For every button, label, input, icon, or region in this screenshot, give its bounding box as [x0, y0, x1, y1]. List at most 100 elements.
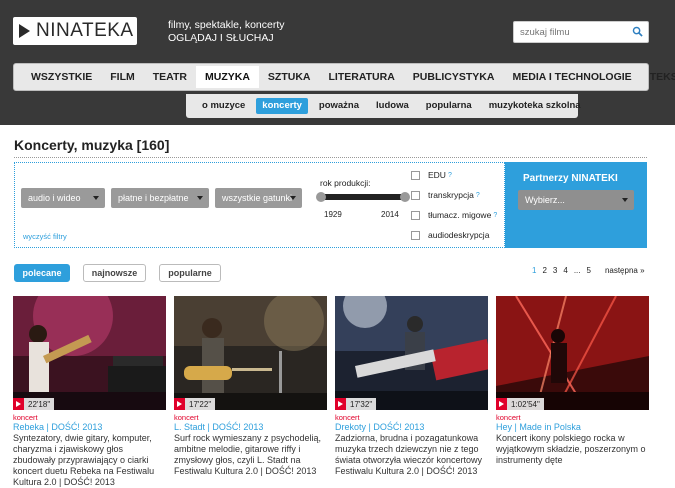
- checkbox-box[interactable]: [411, 190, 420, 200]
- payment-select[interactable]: płatne i bezpłatne: [111, 188, 209, 208]
- filter-panel: audio i wideo płatne i bezpłatne wszystk…: [14, 162, 505, 248]
- nav-item-film[interactable]: FILM: [101, 66, 144, 88]
- play-logo-icon: [19, 24, 30, 38]
- nav-item-sztuka[interactable]: SZTUKA: [259, 66, 320, 88]
- year-range-label: rok produkcji:: [320, 178, 371, 188]
- nav-item-publicystyka[interactable]: PUBLICYSTYKA: [404, 66, 504, 88]
- help-icon[interactable]: ?: [448, 172, 452, 179]
- main-nav: WSZYSTKIE FILM TEATR MUZYKA SZTUKA LITER…: [13, 63, 675, 91]
- duration-text: 1:02'54": [511, 399, 540, 409]
- nav-item-literatura[interactable]: LITERATURA: [320, 66, 404, 88]
- concert-photo: [174, 296, 327, 410]
- video-title-link[interactable]: L. Stadt | DOŚĆ! 2013: [174, 422, 327, 433]
- video-thumbnail[interactable]: 1:02'54": [496, 296, 649, 410]
- subnav-item-o-muzyce[interactable]: o muzyce: [196, 98, 251, 114]
- video-description: Syntezatory, dwie gitary, komputer, char…: [13, 433, 155, 487]
- play-icon: [496, 398, 507, 410]
- chevron-down-icon: [290, 196, 296, 200]
- duration-text: 17'32": [350, 399, 373, 409]
- audio-description-checkbox[interactable]: audiodeskrypcja: [411, 230, 489, 240]
- genre-select[interactable]: wszystkie gatunki: [215, 188, 302, 208]
- year-slider-max-handle[interactable]: [400, 192, 410, 202]
- video-thumbnail[interactable]: 17'32": [335, 296, 488, 410]
- play-icon: [13, 398, 24, 410]
- play-icon: [335, 398, 346, 410]
- video-thumbnail[interactable]: 22'18": [13, 296, 166, 410]
- help-icon[interactable]: ?: [476, 192, 480, 199]
- nav-item-teksty[interactable]: TEKSTY: [641, 66, 675, 88]
- edu-label: EDU: [428, 170, 446, 180]
- duration-badge: 17'32": [335, 398, 377, 410]
- year-slider-min-handle[interactable]: [316, 192, 326, 202]
- subnav-item-muzykoteka[interactable]: muzykoteka szkolna: [483, 98, 587, 114]
- edu-checkbox[interactable]: EDU?: [411, 170, 452, 180]
- help-icon[interactable]: ?: [493, 212, 497, 219]
- subnav-item-ludowa[interactable]: ludowa: [370, 98, 415, 114]
- transcription-checkbox[interactable]: transkrypcja?: [411, 190, 480, 200]
- video-description: Zadziorna, brudna i pozagatunkowa muzyka…: [335, 433, 483, 476]
- video-card[interactable]: 22'18" koncert Rebeka | DOŚĆ! 2013 Synte…: [13, 296, 166, 488]
- video-description: Koncert ikony polskiego rocka w wyjątkow…: [496, 433, 646, 465]
- checkbox-box[interactable]: [411, 210, 420, 220]
- video-thumbnail[interactable]: 17'22": [174, 296, 327, 410]
- media-type-value: audio i wideo: [28, 193, 81, 203]
- genre-value: wszystkie gatunki: [222, 193, 293, 203]
- partners-title: Partnerzy NINATEKI: [523, 173, 618, 184]
- video-title-link[interactable]: Rebeka | DOŚĆ! 2013: [13, 422, 166, 433]
- nav-item-teatr[interactable]: TEATR: [144, 66, 196, 88]
- video-title-link[interactable]: Hey | Made in Polska: [496, 422, 649, 433]
- search-icon[interactable]: [632, 26, 643, 37]
- subnav-item-koncerty[interactable]: koncerty: [256, 98, 308, 114]
- year-max-value: 2014: [381, 210, 399, 219]
- checkbox-box[interactable]: [411, 230, 420, 240]
- chevron-down-icon: [622, 198, 628, 202]
- transcription-label: transkrypcja: [428, 190, 474, 200]
- nav-item-wszystkie[interactable]: WSZYSTKIE: [22, 66, 101, 88]
- video-card[interactable]: 1:02'54" koncert Hey | Made in Polska Ko…: [496, 296, 649, 466]
- page-link[interactable]: 2: [542, 266, 546, 275]
- next-page-link[interactable]: następna »: [605, 266, 645, 275]
- sort-newest-tab[interactable]: najnowsze: [83, 264, 146, 282]
- subnav-item-popularna[interactable]: popularna: [420, 98, 478, 114]
- subnav-item-powazna[interactable]: poważna: [313, 98, 365, 114]
- duration-badge: 1:02'54": [496, 398, 544, 410]
- play-icon: [174, 398, 185, 410]
- page-title: Koncerty, muzyka [160]: [14, 137, 170, 153]
- year-slider-track[interactable]: [321, 194, 405, 200]
- video-category: koncert: [335, 413, 360, 422]
- site-header: NINATEKA filmy, spektakle, koncerty OGLĄ…: [0, 0, 675, 125]
- duration-badge: 17'22": [174, 398, 216, 410]
- audio-description-label: audiodeskrypcja: [428, 230, 490, 240]
- video-title-link[interactable]: Drekoty | DOŚĆ! 2013: [335, 422, 488, 433]
- sort-recommended-tab[interactable]: polecane: [14, 264, 70, 282]
- page-link[interactable]: 4: [563, 266, 567, 275]
- video-category: koncert: [174, 413, 199, 422]
- video-category: koncert: [13, 413, 38, 422]
- clear-filters-link[interactable]: wyczyść filtry: [23, 232, 67, 241]
- video-description: Surf rock wymieszany z psychodelią, ambi…: [174, 433, 322, 476]
- tagline-line2: OGLĄDAJ I SŁUCHAJ: [168, 32, 274, 44]
- tagline-line1: filmy, spektakle, koncerty: [168, 19, 285, 31]
- partners-select[interactable]: Wybierz...: [518, 190, 634, 210]
- page-link[interactable]: 5: [586, 266, 590, 275]
- media-type-select[interactable]: audio i wideo: [21, 188, 105, 208]
- title-divider: [14, 157, 647, 158]
- page-link[interactable]: 3: [553, 266, 557, 275]
- partners-panel: Partnerzy NINATEKI Wybierz...: [505, 162, 647, 248]
- checkbox-box[interactable]: [411, 170, 420, 180]
- search-box: [513, 21, 649, 43]
- nav-item-muzyka[interactable]: MUZYKA: [195, 66, 259, 88]
- year-min-value: 1929: [324, 210, 342, 219]
- sign-language-checkbox[interactable]: tłumacz. migowe?: [411, 210, 497, 220]
- page-link[interactable]: 1: [532, 266, 536, 275]
- duration-text: 17'22": [189, 399, 212, 409]
- sort-popular-tab[interactable]: popularne: [159, 264, 221, 282]
- nav-item-media[interactable]: MEDIA I TECHNOLOGIE: [503, 66, 640, 88]
- sign-language-label: tłumacz. migowe: [428, 210, 492, 220]
- search-input[interactable]: [514, 22, 624, 43]
- video-card[interactable]: 17'32" koncert Drekoty | DOŚĆ! 2013 Zadz…: [335, 296, 488, 477]
- pagination: 1 2 3 4 ... 5 następna »: [532, 266, 651, 275]
- video-category: koncert: [496, 413, 521, 422]
- video-card[interactable]: 17'22" koncert L. Stadt | DOŚĆ! 2013 Sur…: [174, 296, 327, 477]
- ninateka-logo[interactable]: NINATEKA: [13, 17, 137, 45]
